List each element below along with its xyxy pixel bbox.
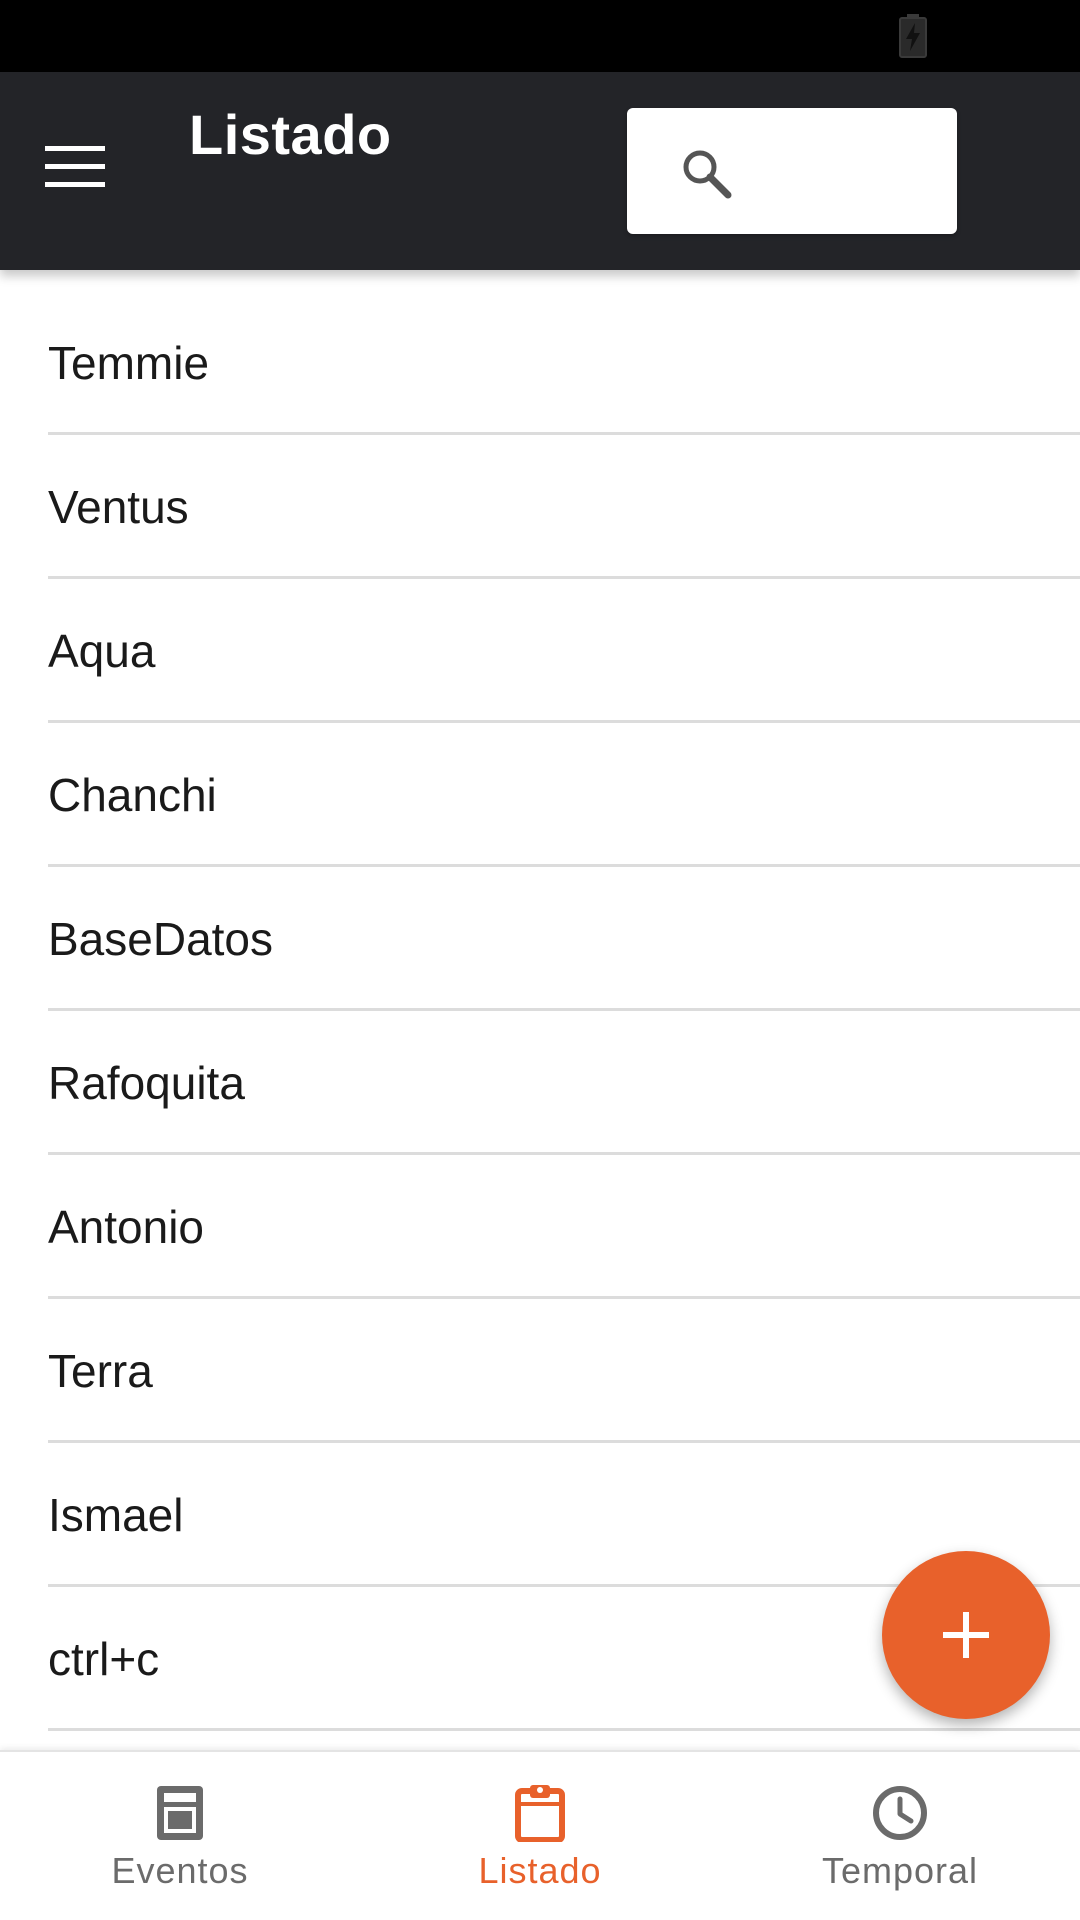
list-item[interactable]: Ventus	[48, 435, 1080, 579]
list-item[interactable]: Chanchi	[48, 723, 1080, 867]
tab-listado[interactable]: Listado	[360, 1752, 720, 1920]
list-item[interactable]: Rafoquita	[48, 1011, 1080, 1155]
tab-label: Listado	[478, 1850, 602, 1891]
clipboard-icon	[515, 1785, 565, 1842]
calculator-icon	[157, 1786, 203, 1840]
tab-label: Temporal	[821, 1850, 979, 1891]
search-input[interactable]	[745, 138, 941, 204]
list-item-label: Antonio	[48, 1201, 205, 1253]
battery-charging-icon	[899, 14, 927, 58]
list-item[interactable]: Aqua	[48, 579, 1080, 723]
plus-icon	[943, 1612, 989, 1658]
menu-button[interactable]	[30, 122, 120, 212]
list-item-label: Rafoquita	[48, 1057, 245, 1109]
list-item[interactable]: Terra	[48, 1299, 1080, 1443]
hamburger-menu-icon	[45, 146, 105, 187]
list-item-label: Temmie	[48, 337, 210, 389]
tab-temporal[interactable]: Temporal	[720, 1752, 1080, 1920]
list-item-label: Ismael	[48, 1489, 184, 1541]
status-bar	[0, 0, 1080, 72]
list-item-label: Terra	[48, 1345, 153, 1397]
tab-label: Eventos	[111, 1850, 249, 1891]
app-toolbar: Listado	[0, 72, 1080, 270]
list-item[interactable]: Antonio	[48, 1155, 1080, 1299]
list-item-label: BaseDatos	[48, 913, 274, 965]
list-item-label: Aqua	[48, 625, 156, 677]
list-item-label: Chanchi	[48, 769, 217, 821]
search-icon	[683, 150, 732, 199]
list-item-label: ctrl+c	[48, 1633, 160, 1685]
list-item[interactable]: Temmie	[48, 270, 1080, 435]
name-list: Temmie Ventus Aqua Chanchi BaseDatos Raf…	[0, 270, 1080, 1731]
search-box[interactable]	[627, 108, 957, 234]
tab-eventos[interactable]: Eventos	[0, 1752, 360, 1920]
page-title: Listado	[189, 103, 392, 166]
app-screen: Listado Temmie Ventus Aqua Chanchi BaseD…	[0, 0, 1080, 1920]
clock-icon	[873, 1786, 927, 1840]
list-item-label: Ventus	[48, 481, 189, 533]
bottom-navigation: Eventos Listado Temporal	[0, 1750, 1080, 1920]
add-button[interactable]	[882, 1551, 1050, 1719]
list-item[interactable]: BaseDatos	[48, 867, 1080, 1011]
